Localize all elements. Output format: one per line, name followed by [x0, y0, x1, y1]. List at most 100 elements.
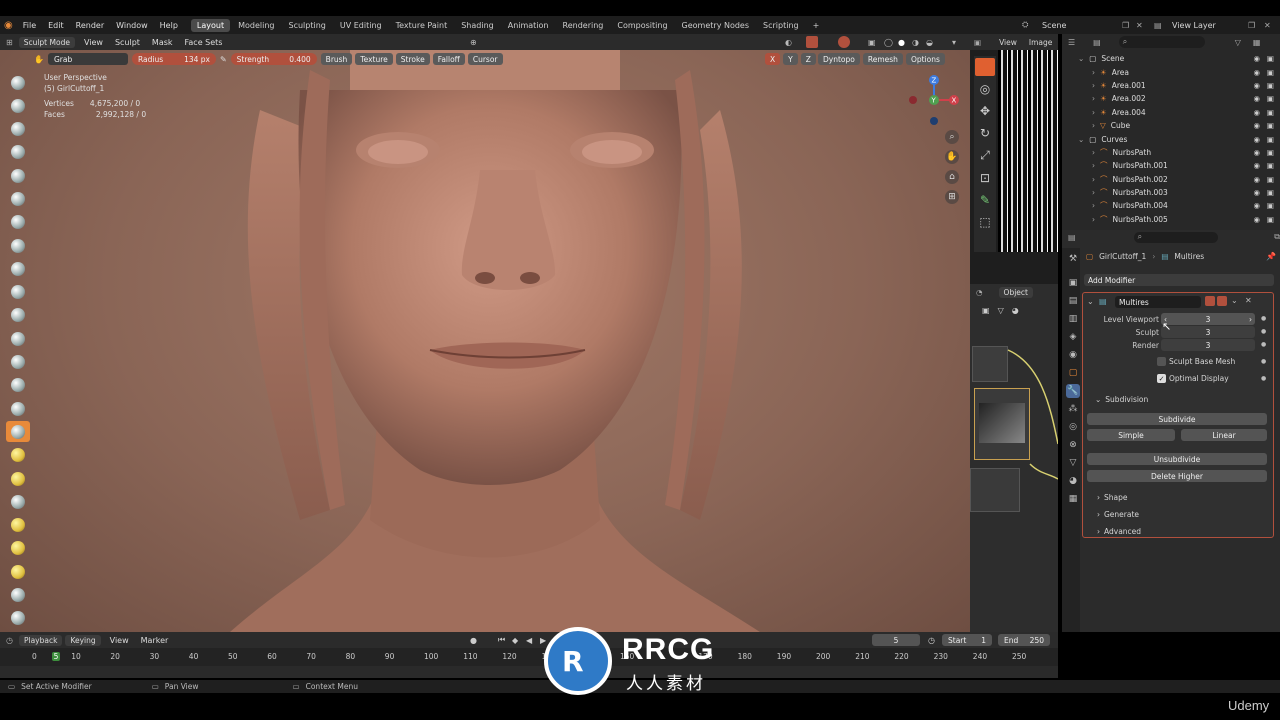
render-tab-icon[interactable]: ▣: [1066, 276, 1080, 290]
select-tool-icon[interactable]: [975, 58, 995, 76]
shape-section[interactable]: › Shape: [1097, 493, 1128, 502]
material-tab-icon[interactable]: ◕: [1066, 474, 1080, 488]
tab-animation[interactable]: Animation: [502, 19, 555, 32]
tab-shading[interactable]: Shading: [455, 19, 500, 32]
tab-modeling[interactable]: Modeling: [232, 19, 280, 32]
wireframe-shading-icon[interactable]: ◯: [884, 38, 893, 47]
image-editor[interactable]: ▣ View Image ◎ ✥ ↻ ⤢ ⊡ ✎ ⬚: [970, 34, 1058, 252]
mirror-x-toggle[interactable]: X: [765, 53, 781, 65]
outliner-row[interactable]: › ☀ Area.002 ◉ ▣: [1062, 92, 1280, 105]
crease-brush-tool[interactable]: [6, 258, 30, 279]
visibility-eye-icon[interactable]: ◉: [1253, 108, 1260, 117]
render-camera-icon[interactable]: ▣: [1267, 54, 1274, 63]
visibility-eye-icon[interactable]: ◉: [1253, 215, 1260, 224]
draw-brush-tool[interactable]: [6, 72, 30, 93]
render-camera-icon[interactable]: ▣: [1267, 81, 1274, 90]
sculpt-base-mesh-checkbox[interactable]: Sculpt Base Mesh: [1157, 357, 1235, 366]
remesh-dropdown[interactable]: Remesh: [862, 53, 903, 65]
editor-type-icon[interactable]: ⊞: [6, 38, 13, 47]
layer-brush-tool[interactable]: [6, 188, 30, 209]
linear-button[interactable]: Linear: [1181, 429, 1267, 441]
flatten-brush-tool[interactable]: [6, 305, 30, 326]
menu-face-sets[interactable]: Face Sets: [179, 38, 229, 47]
playback-dropdown[interactable]: Playback: [18, 634, 63, 646]
visibility-eye-icon[interactable]: ◉: [1253, 135, 1260, 144]
timeline-type-icon[interactable]: ◷: [6, 636, 13, 645]
prev-keyframe-icon[interactable]: ◆: [512, 636, 518, 645]
transform-tool-icon[interactable]: ⊡: [974, 171, 996, 185]
outliner[interactable]: ☰ ▤ ⌕ ▽ ▦ ⌄ ▢ Scene ◉ ▣ › ☀ Area ◉ ▣ › ☀ Area.001 ◉ ▣ ›…: [1062, 34, 1280, 230]
render-camera-icon[interactable]: ▣: [1267, 201, 1274, 210]
properties-type-icon[interactable]: ▤: [1068, 233, 1076, 242]
simple-button[interactable]: Simple: [1087, 429, 1175, 441]
keying-dropdown[interactable]: Keying: [65, 634, 101, 646]
pressure-icon[interactable]: ✎: [220, 55, 227, 64]
level-viewport-field[interactable]: ‹ 3 ›: [1161, 313, 1255, 325]
visibility-icon[interactable]: ◐: [785, 38, 792, 47]
blender-logo-icon[interactable]: ◉: [4, 20, 13, 31]
timeline-marker-menu[interactable]: Marker: [135, 636, 175, 645]
tab-layout[interactable]: Layout: [190, 18, 231, 32]
object-tab-icon[interactable]: ▢: [1066, 366, 1080, 380]
keyframe-dot-icon[interactable]: ●: [1261, 341, 1266, 348]
outliner-row[interactable]: › ☀ Area ◉ ▣: [1062, 65, 1280, 78]
show-render-toggle-icon[interactable]: [1217, 296, 1227, 306]
outliner-type-icon[interactable]: ☰: [1068, 38, 1075, 47]
world-tab-icon[interactable]: ◉: [1066, 348, 1080, 362]
clay-thumb-brush-tool[interactable]: [6, 165, 30, 186]
move-tool-icon[interactable]: ✥: [974, 104, 996, 118]
grab-brush-tool[interactable]: [6, 421, 30, 443]
menu-window[interactable]: Window: [110, 21, 154, 30]
increment-icon[interactable]: ›: [1249, 315, 1252, 324]
expand-chevron-icon[interactable]: ›: [1092, 68, 1095, 77]
outliner-row[interactable]: ⌄ ▢ Scene ◉ ▣: [1062, 52, 1280, 65]
data-tab-icon[interactable]: ▽: [1066, 456, 1080, 470]
expand-chevron-icon[interactable]: ›: [1092, 215, 1095, 224]
render-camera-icon[interactable]: ▣: [1267, 175, 1274, 184]
outliner-row[interactable]: › ⌒ NurbsPath.004 ◉ ▣: [1062, 199, 1280, 212]
boundary-brush-tool[interactable]: [6, 608, 30, 629]
transform-orientation-icon[interactable]: ⊕: [470, 38, 477, 47]
render-camera-icon[interactable]: ▣: [1267, 94, 1274, 103]
copy-icon[interactable]: ❐: [1122, 21, 1129, 30]
blob-brush-tool[interactable]: [6, 235, 30, 256]
pinch-brush-tool[interactable]: [6, 398, 30, 419]
pan-hand-icon[interactable]: ✋: [945, 150, 959, 164]
menu-file[interactable]: File: [17, 21, 42, 30]
new-collection-icon[interactable]: ▦: [1253, 38, 1261, 47]
tab-compositing[interactable]: Compositing: [611, 19, 673, 32]
grid-view-icon[interactable]: ⊞: [945, 190, 959, 204]
expand-chevron-icon[interactable]: ⌄: [1078, 135, 1084, 144]
outliner-row[interactable]: › ⌒ NurbsPath ◉ ▣: [1062, 146, 1280, 159]
scene-selector[interactable]: Scene: [1042, 21, 1066, 30]
generate-section[interactable]: › Generate: [1097, 510, 1139, 519]
outliner-row[interactable]: › ⌒ NurbsPath.001 ◉ ▣: [1062, 159, 1280, 172]
expand-chevron-icon[interactable]: ›: [1092, 94, 1095, 103]
timeline-view-menu[interactable]: View: [104, 636, 135, 645]
overlay-toggle-icon[interactable]: [838, 36, 850, 48]
constraints-tab-icon[interactable]: ⊗: [1066, 438, 1080, 452]
render-camera-icon[interactable]: ▣: [1267, 215, 1274, 224]
preview-range-icon[interactable]: ◷: [928, 636, 935, 645]
show-viewport-toggle-icon[interactable]: [1205, 296, 1215, 306]
particles-tab-icon[interactable]: ⁂: [1066, 402, 1080, 416]
add-workspace-button[interactable]: +: [807, 19, 826, 32]
outliner-row[interactable]: › ▽ Cube ◉ ▣: [1062, 119, 1280, 132]
outliner-row[interactable]: › ⌒ NurbsPath.003 ◉ ▣: [1062, 186, 1280, 199]
expand-chevron-icon[interactable]: ›: [1092, 188, 1095, 197]
menu-edit[interactable]: Edit: [42, 21, 70, 30]
inflate-brush-tool[interactable]: [6, 212, 30, 233]
visibility-eye-icon[interactable]: ◉: [1253, 121, 1260, 130]
image-editor-view-menu[interactable]: View: [999, 38, 1017, 47]
keyframe-dot-icon[interactable]: ●: [1261, 328, 1266, 335]
multiplane-scrape-brush-tool[interactable]: [6, 375, 30, 396]
pin-icon[interactable]: 📌: [1266, 252, 1276, 261]
dyntopo-dropdown[interactable]: Dyntopo: [818, 53, 860, 65]
render-camera-icon[interactable]: ▣: [1267, 188, 1274, 197]
expand-chevron-icon[interactable]: ›: [1092, 121, 1095, 130]
physics-tab-icon[interactable]: ◎: [1066, 420, 1080, 434]
visibility-eye-icon[interactable]: ◉: [1253, 68, 1260, 77]
pose-brush-tool[interactable]: [6, 515, 30, 536]
3d-viewport[interactable]: [0, 50, 970, 632]
render-camera-icon[interactable]: ▣: [1267, 68, 1274, 77]
